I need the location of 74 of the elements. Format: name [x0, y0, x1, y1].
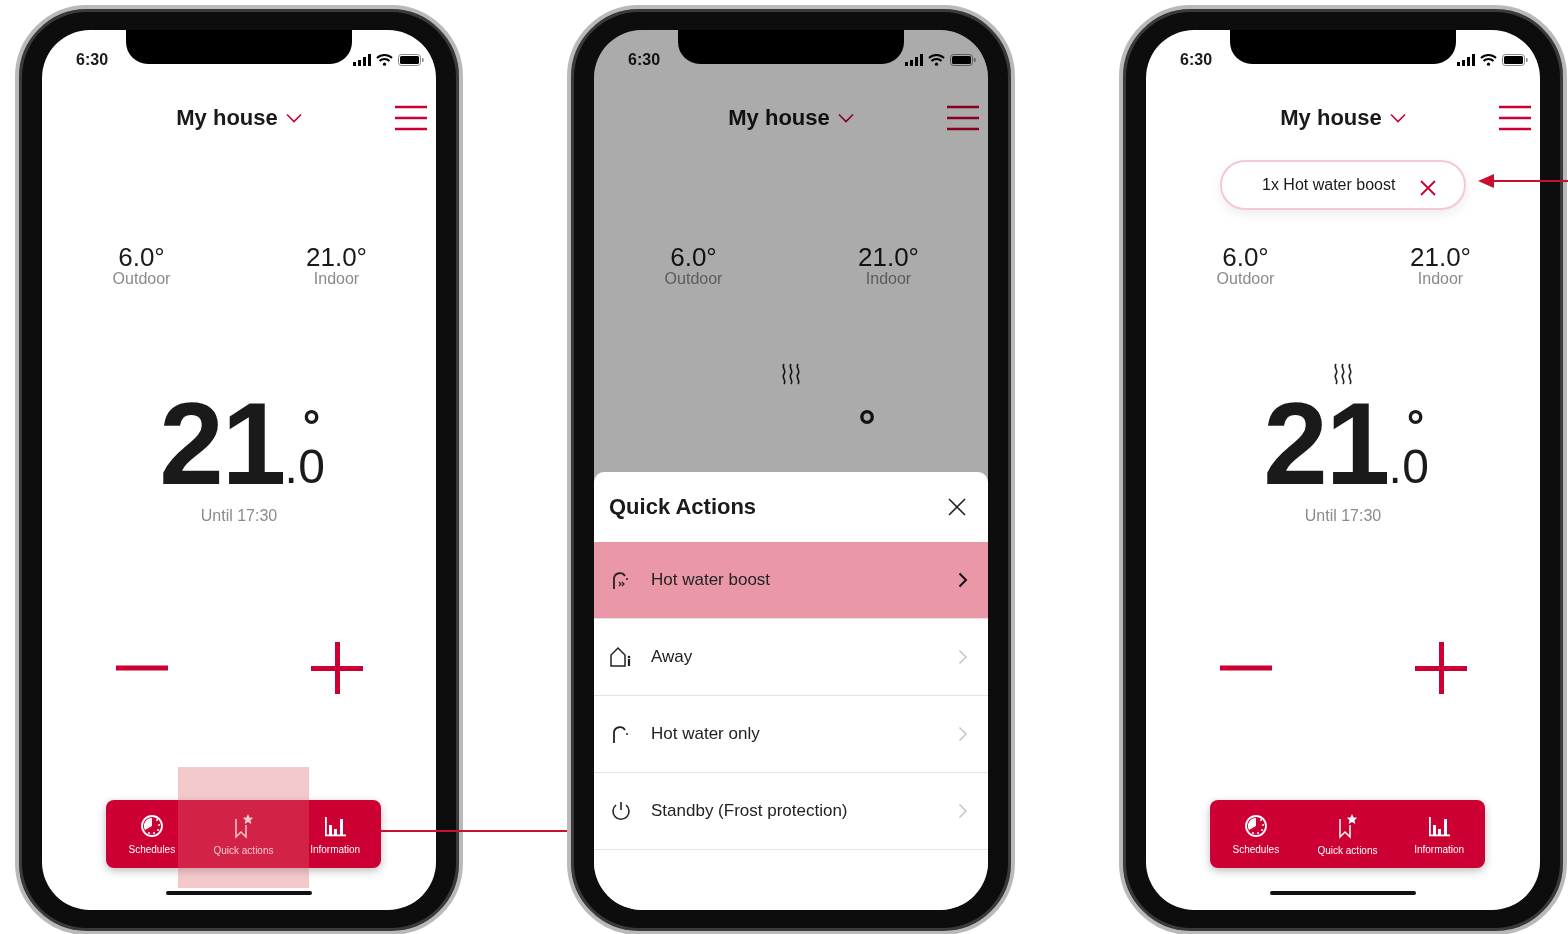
temperature-label: Outdoor: [1215, 270, 1276, 288]
status-time: 6:30: [628, 50, 661, 70]
nav-tab[interactable]: Schedules: [106, 800, 198, 868]
location-dropdown[interactable]: My house: [1280, 105, 1406, 131]
sheet-title: Quick Actions: [609, 494, 757, 520]
menu-icon: [394, 105, 428, 131]
nav-tab[interactable]: Quick actions: [197, 800, 290, 868]
menu-icon: [1498, 105, 1532, 131]
wifi-icon: [1480, 54, 1497, 66]
setpoint-decimal: 0: [298, 443, 325, 491]
chevron-right-icon: [958, 649, 968, 665]
battery-icon: [1502, 54, 1528, 66]
wifi-icon: [928, 54, 945, 66]
chevron-right-icon: [958, 572, 968, 588]
menu-button[interactable]: [1498, 105, 1532, 131]
status-time: 6:30: [76, 50, 109, 70]
chevron-down-icon: [1389, 113, 1406, 123]
degree-sign: °: [1406, 407, 1425, 443]
battery-icon: [398, 54, 424, 66]
chevron-down-icon: [285, 113, 302, 123]
chip-close-button[interactable]: [1419, 179, 1438, 197]
clock-icon: [139, 813, 164, 838]
degree-sign: °: [302, 407, 321, 443]
temperature-value: 21.0°: [857, 242, 920, 272]
plus-icon: [1414, 642, 1467, 694]
degree-sign: °: [858, 407, 876, 443]
minus-icon: [115, 665, 168, 671]
until-time: Until 17:30: [199, 507, 279, 525]
temperature-label: Indoor: [1416, 270, 1465, 288]
location-dropdown[interactable]: My house: [728, 105, 854, 131]
nav-tab[interactable]: Information: [289, 800, 381, 868]
decimal-point: .: [1388, 443, 1403, 491]
setpoint-temperature: 21: [159, 386, 285, 502]
chip-label: 1x Hot water boost: [1262, 176, 1396, 194]
temperature-label: Outdoor: [663, 270, 724, 288]
close-icon: [948, 498, 966, 516]
signal-icon: [353, 54, 371, 66]
setpoint-temperature: 21: [1263, 386, 1389, 502]
minus-icon: [1219, 665, 1272, 671]
signal-icon: [1457, 54, 1475, 66]
chevron-down-icon: [837, 113, 854, 123]
signal-icon: [905, 54, 923, 66]
chevron-right-icon: [958, 726, 968, 742]
close-icon: [1419, 179, 1438, 197]
increase-button[interactable]: [1414, 642, 1467, 694]
nav-tab[interactable]: Information: [1393, 800, 1485, 868]
house-person-icon: [609, 646, 633, 668]
nav-tab[interactable]: Schedules: [1210, 800, 1302, 868]
battery-icon: [950, 54, 976, 66]
temperature-label: Outdoor: [111, 270, 172, 288]
menu-icon: [946, 105, 980, 131]
status-time: 6:30: [1180, 50, 1213, 70]
wifi-icon: [376, 54, 393, 66]
decimal-point: .: [284, 443, 299, 491]
temperature-label: Indoor: [864, 270, 913, 288]
clock-icon: [1243, 813, 1268, 838]
close-button[interactable]: [948, 498, 966, 516]
temperature-value: 6.0°: [117, 242, 166, 272]
menu-button[interactable]: [394, 105, 428, 131]
power-icon: [610, 800, 632, 822]
chevron-right-icon: [958, 803, 968, 819]
temperature-value: 21.0°: [305, 242, 368, 272]
plus-icon: [310, 642, 363, 694]
increase-button[interactable]: [310, 642, 363, 694]
until-time: Until 17:30: [1303, 507, 1383, 525]
temperature-value: 6.0°: [669, 242, 718, 272]
menu-button[interactable]: [946, 105, 980, 131]
temperature-value: 21.0°: [1409, 242, 1472, 272]
location-dropdown[interactable]: My house: [176, 105, 302, 131]
temperature-label: Indoor: [312, 270, 361, 288]
nav-tab[interactable]: Quick actions: [1301, 800, 1394, 868]
quick-action-item[interactable]: Hot water boost: [594, 542, 988, 619]
temperature-value: 6.0°: [1221, 242, 1270, 272]
setpoint-decimal: 0: [1402, 443, 1429, 491]
